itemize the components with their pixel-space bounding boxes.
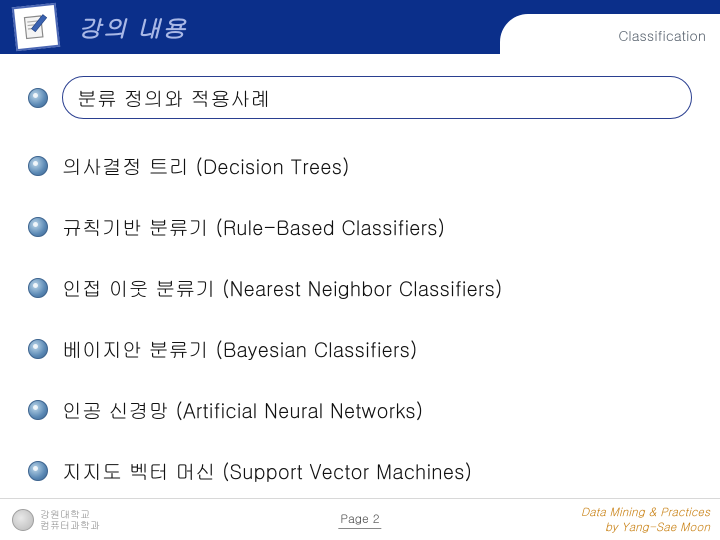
university-logo-icon xyxy=(12,509,34,531)
bullet-text: 베이지안 분류기 (Bayesian Classifiers) xyxy=(62,334,418,363)
bullet-icon xyxy=(28,88,48,108)
bullet-text: 인공 신경망 (Artificial Neural Networks) xyxy=(62,395,423,424)
page-number: Page 2 xyxy=(338,510,381,529)
credit-line1: Data Mining & Practices xyxy=(581,505,710,519)
bullet-text: 인접 이웃 분류기 (Nearest Neighbor Classifiers) xyxy=(62,273,503,302)
university-name: 강원대학교 컴퓨터과학과 xyxy=(40,509,100,531)
university-name-line2: 컴퓨터과학과 xyxy=(40,520,100,531)
footer-credit: Data Mining & Practices by Yang-Sae Moon xyxy=(581,505,710,534)
slide-footer: 강원대학교 컴퓨터과학과 Page 2 Data Mining & Practi… xyxy=(0,498,720,540)
section-label: Classification xyxy=(618,25,706,45)
bullet-text: 의사결정 트리 (Decision Trees) xyxy=(62,151,350,180)
bullet-text: 규칙기반 분류기 (Rule-Based Classifiers) xyxy=(62,212,445,241)
bullet-text: 지지도 벡터 머신 (Support Vector Machines) xyxy=(62,456,472,485)
header-decorative-icon xyxy=(12,3,60,51)
bullet-icon xyxy=(28,339,48,359)
bullet-item: 지지도 벡터 머신 (Support Vector Machines) xyxy=(28,456,692,485)
bullet-item: 분류 정의와 적용사례 xyxy=(28,76,692,119)
pencil-note-icon xyxy=(21,12,52,43)
header-right-tab: Classification xyxy=(500,14,720,56)
bullet-item: 규칙기반 분류기 (Rule-Based Classifiers) xyxy=(28,212,692,241)
bullet-icon xyxy=(28,278,48,298)
bullet-icon xyxy=(28,400,48,420)
bullet-item: 베이지안 분류기 (Bayesian Classifiers) xyxy=(28,334,692,363)
slide-content: 분류 정의와 적용사례 의사결정 트리 (Decision Trees) 규칙기… xyxy=(0,54,720,485)
bullet-icon xyxy=(28,461,48,481)
slide-title: 강의 내용 xyxy=(78,10,187,44)
bullet-item: 의사결정 트리 (Decision Trees) xyxy=(28,151,692,180)
bullet-highlight-frame: 분류 정의와 적용사례 xyxy=(62,76,692,119)
bullet-text: 분류 정의와 적용사례 xyxy=(77,83,270,112)
bullet-icon xyxy=(28,156,48,176)
slide-header: 강의 내용 Classification xyxy=(0,0,720,54)
bullet-item: 인접 이웃 분류기 (Nearest Neighbor Classifiers) xyxy=(28,273,692,302)
bullet-icon xyxy=(28,217,48,237)
bullet-item: 인공 신경망 (Artificial Neural Networks) xyxy=(28,395,692,424)
credit-line2: by Yang-Sae Moon xyxy=(581,520,710,534)
